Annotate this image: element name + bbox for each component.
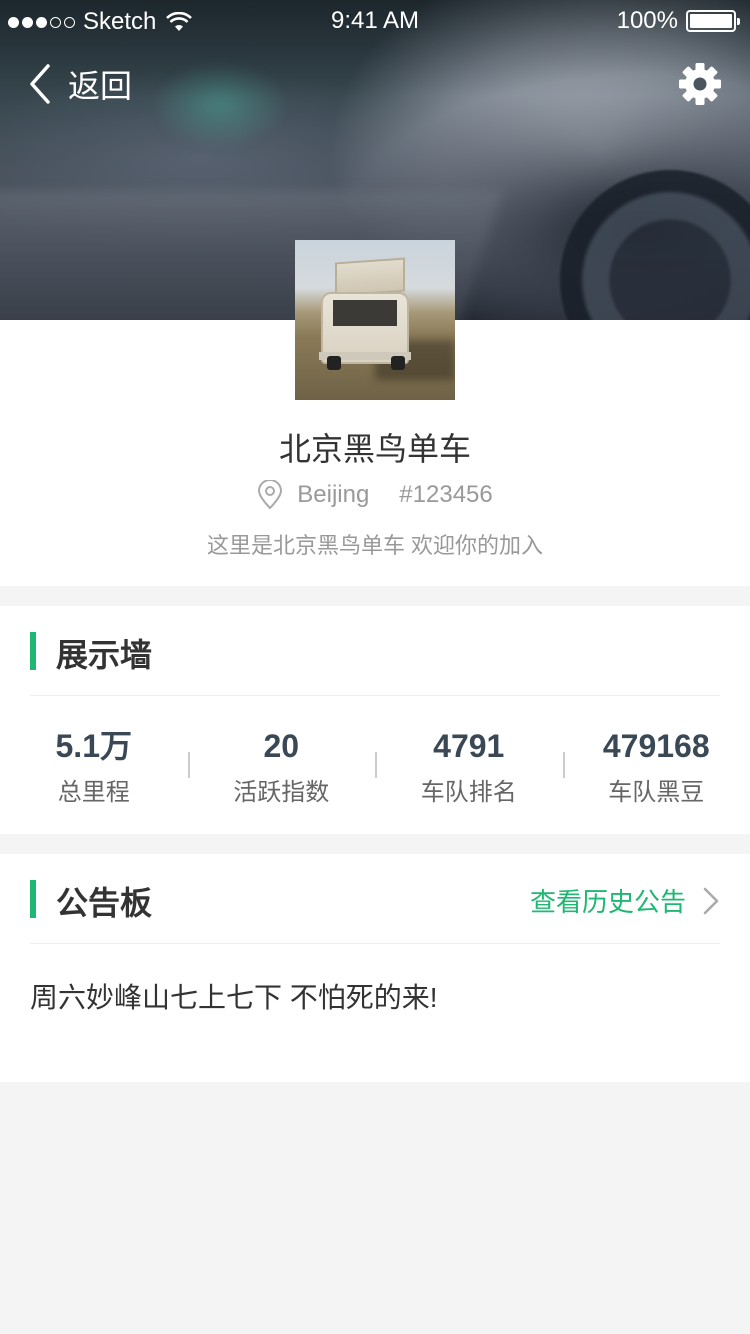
status-bar: Sketch 9:41 AM 100% (0, 0, 750, 40)
bulletin-section: 公告板 查看历史公告 周六妙峰山七上七下 不怕死的来! (0, 854, 750, 1082)
stat-label: 活跃指数 (233, 779, 330, 806)
battery-percent: 100% (616, 7, 678, 34)
stat-value: 4791 (433, 728, 505, 764)
avatar-van-hatch (335, 257, 405, 297)
back-label: 返回 (68, 68, 133, 104)
stat-value: 5.1万 (55, 728, 133, 764)
battery-indicator: 100% (616, 7, 740, 35)
section-accent-bar (30, 632, 36, 670)
stat-team-rank[interactable]: 4791 车队排名 (375, 696, 563, 833)
gear-icon (679, 63, 721, 105)
stat-value: 479168 (602, 728, 710, 764)
stats-row: 5.1万 总里程 20 活跃指数 4791 车队排名 479168 车队黑豆 (0, 696, 750, 833)
bulletin-title: 公告板 (56, 885, 153, 921)
back-button[interactable]: 返回 (28, 62, 132, 106)
stat-value: 20 (263, 728, 300, 764)
bulletin-header: 公告板 查看历史公告 (30, 854, 720, 944)
stat-team-beans[interactable]: 479168 车队黑豆 (562, 696, 750, 833)
team-intro: 这里是北京黑鸟单车 欢迎你的加入 (206, 533, 544, 558)
showcase-section: 展示墙 5.1万 总里程 20 活跃指数 4791 车队排名 479168 车队… (0, 606, 750, 834)
location-pin-icon (258, 480, 283, 510)
battery-icon (686, 10, 740, 32)
team-avatar[interactable] (295, 240, 455, 400)
history-notices-label: 查看历史公告 (529, 887, 686, 917)
chevron-right-icon (703, 887, 719, 914)
showcase-header: 展示墙 (30, 606, 720, 696)
section-accent-bar (30, 880, 36, 918)
team-id: #123456 (399, 481, 493, 508)
stat-activity-index[interactable]: 20 活跃指数 (187, 696, 376, 833)
showcase-title: 展示墙 (56, 637, 153, 673)
history-notices-link[interactable]: 查看历史公告 (530, 882, 720, 919)
stat-label: 车队排名 (420, 779, 517, 806)
stat-label: 车队黑豆 (608, 779, 705, 806)
stat-total-mileage[interactable]: 5.1万 总里程 (0, 696, 188, 833)
chevron-left-icon (30, 64, 50, 104)
battery-fill (690, 14, 732, 28)
avatar-van-window (333, 300, 397, 326)
avatar-van-wheel (391, 356, 405, 370)
settings-button[interactable] (678, 62, 722, 106)
notice-text: 周六妙峰山七上七下 不怕死的来! (30, 982, 438, 1013)
team-name: 北京黑鸟单车 (278, 431, 471, 467)
team-meta: Beijing #123456 (0, 480, 750, 510)
avatar-van-wheel (327, 356, 341, 370)
stat-label: 总里程 (57, 779, 130, 806)
team-city: Beijing (297, 481, 370, 508)
